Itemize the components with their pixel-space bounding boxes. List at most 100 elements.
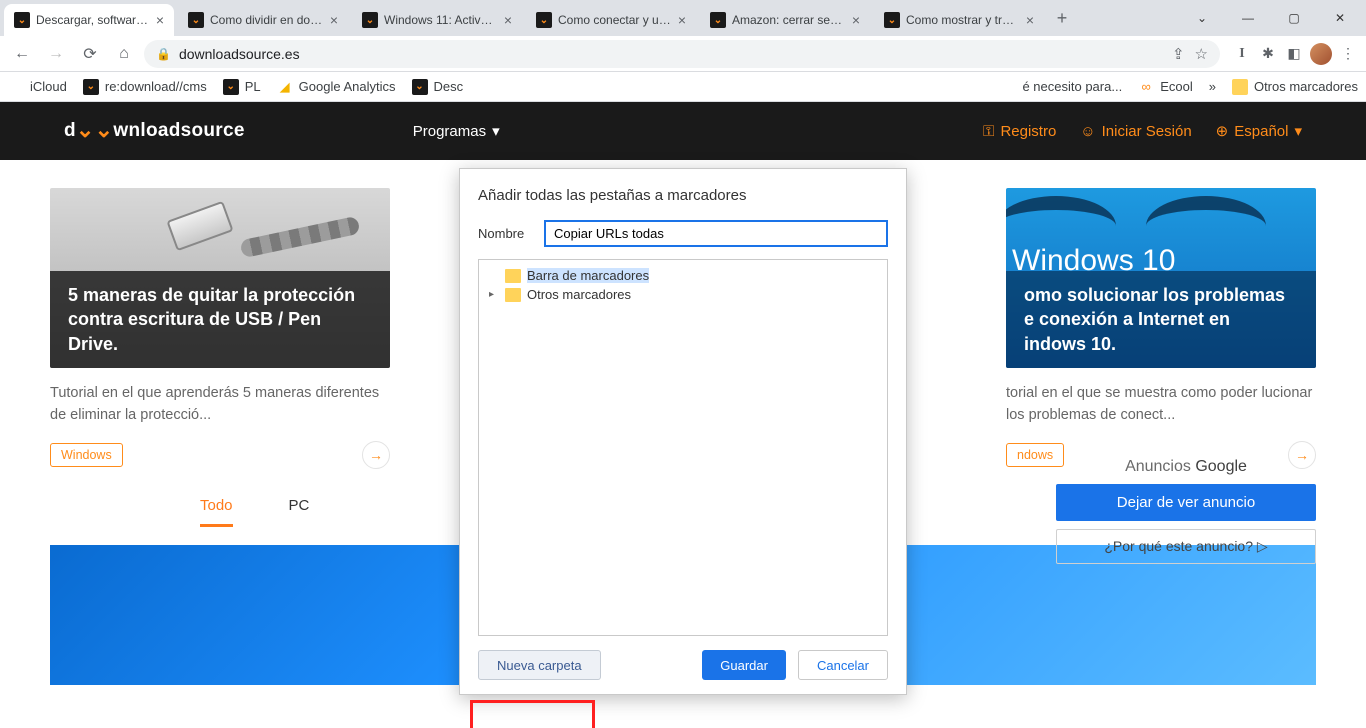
bookmarks-overflow[interactable]: »: [1209, 79, 1216, 94]
site-logo[interactable]: d ⌄⌄ wnloadsource: [64, 118, 245, 144]
address-bar[interactable]: 🔒 downloadsource.es ⇪ ☆: [144, 40, 1220, 68]
close-window-icon[interactable]: ✕: [1318, 4, 1362, 32]
lock-icon[interactable]: 🔒: [156, 47, 171, 61]
close-icon[interactable]: ×: [330, 12, 338, 28]
bookmark-item[interactable]: ∞Ecool: [1138, 79, 1193, 95]
minimize-icon[interactable]: —: [1226, 4, 1270, 32]
nav-iniciar-sesion[interactable]: ☺Iniciar Sesión: [1080, 123, 1191, 140]
nav-label: Programas: [413, 123, 486, 140]
chevron-down-icon[interactable]: ⌄: [1180, 4, 1224, 32]
browser-tab[interactable]: ⌄ Amazon: cerrar sesión ×: [700, 4, 870, 36]
ads-widget: Anuncios Google Dejar de ver anuncio ¿Po…: [1056, 458, 1316, 564]
tab-pc[interactable]: PC: [289, 497, 310, 527]
close-icon[interactable]: ×: [678, 12, 686, 28]
site-navbar: d ⌄⌄ wnloadsource Programas ▾ ⚿Registro ☺…: [0, 102, 1366, 160]
bookmark-item[interactable]: ⌄re:download//cms: [83, 79, 207, 95]
favicon-ds-icon: ⌄: [412, 79, 428, 95]
category-tag[interactable]: Windows: [50, 443, 123, 467]
article-card: 5 maneras de quitar la protección contra…: [50, 188, 390, 469]
cancel-button[interactable]: Cancelar: [798, 650, 888, 680]
browser-tab[interactable]: ⌄ Windows 11: Activar c ×: [352, 4, 522, 36]
other-bookmarks[interactable]: Otros marcadores: [1232, 79, 1358, 95]
menu-icon[interactable]: ⋮: [1338, 44, 1358, 64]
logo-text: wnloadsource: [113, 120, 244, 142]
back-icon[interactable]: ←: [8, 40, 36, 68]
bookmark-item[interactable]: iCloud: [8, 79, 67, 95]
ads-why-link[interactable]: ¿Por qué este anuncio? ▷: [1056, 529, 1316, 564]
browser-toolbar: ← → ⟳ ⌂ 🔒 downloadsource.es ⇪ ☆ I ✱ ◧ ⋮: [0, 36, 1366, 72]
article-thumbnail[interactable]: Windows 10 omo solucionar los problemas …: [1006, 188, 1316, 368]
close-icon[interactable]: ×: [504, 12, 512, 28]
folder-icon: [1232, 79, 1248, 95]
ads-title: Anuncios Google: [1056, 458, 1316, 476]
bookmarks-bar: iCloud ⌄re:download//cms ⌄PL ◢Google Ana…: [0, 72, 1366, 102]
tab-title: Amazon: cerrar sesión: [732, 13, 846, 27]
tree-item-bookmarks-bar[interactable]: Barra de marcadores: [485, 266, 881, 285]
tab-strip: ⌄ Descargar, software, c × ⌄ Como dividi…: [0, 0, 1366, 36]
ads-stop-button[interactable]: Dejar de ver anuncio: [1056, 484, 1316, 521]
ads-pre: Anuncios: [1125, 458, 1195, 475]
name-label: Nombre: [478, 226, 530, 241]
bookmark-all-tabs-dialog: Añadir todas las pestañas a marcadores N…: [459, 168, 907, 695]
bookmark-item[interactable]: ⌄ Desc: [412, 79, 464, 95]
bookmark-item[interactable]: ◢Google Analytics: [277, 79, 396, 95]
tab-todo[interactable]: Todo: [200, 497, 233, 527]
article-description: Tutorial en el que aprenderás 5 maneras …: [50, 382, 390, 427]
close-icon[interactable]: ×: [1026, 12, 1034, 28]
new-tab-button[interactable]: +: [1048, 8, 1076, 29]
home-icon[interactable]: ⌂: [110, 40, 138, 68]
new-folder-button[interactable]: Nueva carpeta: [478, 650, 601, 680]
bookmark-item[interactable]: ⌄PL: [223, 79, 261, 95]
tab-title: Como conectar y usar: [558, 13, 672, 27]
bookmark-label: PL: [245, 79, 261, 94]
expand-icon[interactable]: ▸: [489, 289, 499, 300]
nav-registro[interactable]: ⚿Registro: [983, 123, 1056, 140]
browser-tab[interactable]: ⌄ Descargar, software, c ×: [4, 4, 174, 36]
save-button[interactable]: Guardar: [702, 650, 786, 680]
ads-brand: Google: [1195, 458, 1247, 475]
article-title: 5 maneras de quitar la protección contra…: [50, 271, 390, 368]
tab-title: Windows 11: Activar c: [384, 13, 498, 27]
bookmark-label: Otros marcadores: [1254, 79, 1358, 94]
article-thumbnail[interactable]: 5 maneras de quitar la protección contra…: [50, 188, 390, 368]
close-icon[interactable]: ×: [852, 12, 860, 28]
bookmark-label: Desc: [434, 79, 464, 94]
profile-avatar[interactable]: [1310, 43, 1332, 65]
forward-icon[interactable]: →: [42, 40, 70, 68]
sidepanel-icon[interactable]: ◧: [1284, 44, 1304, 64]
bookmark-label: iCloud: [30, 79, 67, 94]
user-icon: ☺: [1080, 123, 1095, 140]
extension-icon[interactable]: I: [1232, 44, 1252, 64]
favicon-ds-icon: ⌄: [884, 12, 900, 28]
extensions-icon[interactable]: ✱: [1258, 44, 1278, 64]
nav-language[interactable]: ⊕Español▾: [1216, 122, 1302, 140]
nav-programas[interactable]: Programas ▾: [413, 122, 500, 140]
folder-name-input[interactable]: [544, 220, 888, 247]
globe-icon: ⊕: [1216, 122, 1229, 140]
folder-tree[interactable]: Barra de marcadores ▸ Otros marcadores: [478, 259, 888, 636]
close-icon[interactable]: ×: [156, 12, 164, 28]
article-title: omo solucionar los problemas e conexión …: [1006, 271, 1316, 368]
bookmark-label: Google Analytics: [299, 79, 396, 94]
tree-item-other-bookmarks[interactable]: ▸ Otros marcadores: [485, 285, 881, 304]
apple-icon: [8, 79, 24, 95]
browser-tab[interactable]: ⌄ Como dividir en dos la ×: [178, 4, 348, 36]
browser-tab[interactable]: ⌄ Como mostrar y traba ×: [874, 4, 1044, 36]
article-description: torial en el que se muestra como poder l…: [1006, 382, 1316, 427]
nav-label: Registro: [1000, 123, 1056, 140]
next-arrow-button[interactable]: →: [362, 441, 390, 469]
reload-icon[interactable]: ⟳: [76, 40, 104, 68]
share-icon[interactable]: ⇪: [1172, 45, 1185, 63]
ecool-icon: ∞: [1138, 79, 1154, 95]
tab-title: Descargar, software, c: [36, 13, 150, 27]
caret-down-icon: ▾: [492, 122, 500, 140]
tree-item-label: Barra de marcadores: [527, 268, 649, 283]
title-line: omo solucionar los problemas: [1024, 285, 1285, 305]
logo-chevron-icon: ⌄⌄: [76, 117, 113, 143]
maximize-icon[interactable]: ▢: [1272, 4, 1316, 32]
star-icon[interactable]: ☆: [1195, 45, 1208, 63]
bookmark-item[interactable]: é necesito para...: [1022, 79, 1122, 94]
favicon-ds-icon: ⌄: [188, 12, 204, 28]
browser-tab[interactable]: ⌄ Como conectar y usar ×: [526, 4, 696, 36]
favicon-ds-icon: ⌄: [536, 12, 552, 28]
